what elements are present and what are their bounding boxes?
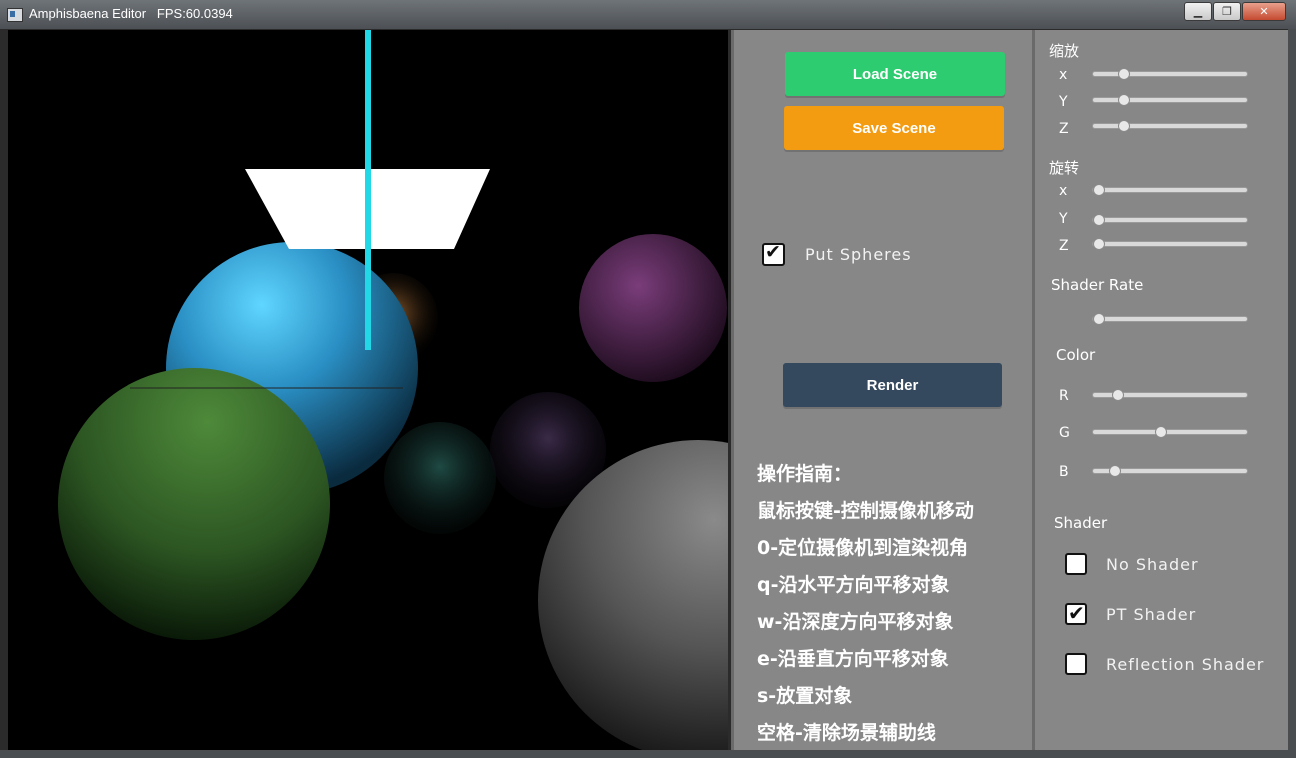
slider-thumb[interactable] [1093,238,1106,250]
no-shader-label: No Shader [1106,555,1199,574]
color-r-label: R [1059,388,1069,404]
vertical-guide-line [365,30,371,350]
scale-x-label: x [1059,67,1068,83]
shader-rate-title: Shader Rate [1051,276,1144,294]
rotation-z-slider[interactable] [1092,238,1248,250]
slider-thumb[interactable] [1108,465,1121,477]
app-window: Amphisbaena Editor FPS:60.0394 ▁ ❐ ✕ Loa… [0,0,1296,758]
slider-thumb[interactable] [1093,214,1106,226]
slider-thumb[interactable] [1093,313,1106,325]
purple-sphere[interactable] [579,234,727,382]
scale-y-slider[interactable] [1092,94,1248,106]
scale-z-slider[interactable] [1092,120,1248,132]
render-button[interactable]: Render [783,363,1002,407]
put-spheres-checkbox[interactable] [762,241,785,266]
scale-x-slider[interactable] [1092,68,1248,80]
color-r-slider[interactable] [1092,389,1248,401]
rotation-x-slider[interactable] [1092,184,1248,196]
app-icon [7,8,23,22]
rotation-x-label: x [1059,183,1068,199]
scale-section-title: 缩放 [1049,42,1080,60]
guide-line: 鼠标按键-控制摄像机移动 [757,500,974,522]
guide-line: q-沿水平方向平移对象 [757,574,950,596]
rotation-y-slider[interactable] [1092,214,1248,226]
shader-section-title: Shader [1054,514,1108,532]
pt-shader-checkbox[interactable] [1065,601,1087,625]
slider-thumb[interactable] [1093,184,1106,196]
window-border [0,750,1296,758]
rotation-y-label: Y [1059,211,1068,227]
scale-z-label: Z [1059,121,1069,137]
guide-line: w-沿深度方向平移对象 [757,611,954,633]
rotation-section-title: 旋转 [1049,159,1080,177]
slider-thumb[interactable] [1117,68,1130,80]
slider-thumb[interactable] [1154,426,1167,438]
property-panel: 缩放 x Y Z 旋转 x Y Z Shader Rate Color R G … [1032,30,1291,750]
window-border [1288,29,1296,758]
color-b-slider[interactable] [1092,465,1248,477]
guide-line: 空格-清除场景辅助线 [757,722,936,744]
maximize-button[interactable]: ❐ [1213,2,1241,21]
guide-title: 操作指南： [757,463,853,485]
slider-thumb[interactable] [1111,389,1124,401]
reflection-shader-checkbox[interactable] [1065,653,1087,675]
title-bar[interactable]: Amphisbaena Editor FPS:60.0394 ▁ ❐ ✕ [0,0,1296,29]
operation-guide: 操作指南： 鼠标按键-控制摄像机移动 0-定位摄像机到渲染视角 q-沿水平方向平… [757,456,974,752]
scene-control-panel: Load Scene Save Scene Put Spheres Render… [731,30,1032,750]
color-g-label: G [1059,425,1070,441]
teal-sphere[interactable] [384,422,496,534]
window-title: Amphisbaena Editor FPS:60.0394 [29,6,233,21]
slider-thumb[interactable] [1117,120,1130,132]
reflection-shader-label: Reflection Shader [1106,655,1265,674]
guide-line: 0-定位摄像机到渲染视角 [757,537,969,559]
rotation-z-label: Z [1059,238,1069,254]
green-sphere[interactable] [58,368,330,640]
put-spheres-label: Put Spheres [805,245,912,264]
guide-line: s-放置对象 [757,685,853,707]
render-viewport[interactable] [8,30,728,750]
pt-shader-label: PT Shader [1106,605,1197,624]
window-controls: ▁ ❐ ✕ [1183,2,1286,21]
scene-render [58,30,728,750]
load-scene-button[interactable]: Load Scene [785,52,1005,96]
shader-rate-slider[interactable] [1092,313,1248,325]
guide-line: e-沿垂直方向平移对象 [757,648,949,670]
color-section-title: Color [1056,346,1096,364]
color-g-slider[interactable] [1092,426,1248,438]
close-button[interactable]: ✕ [1242,2,1286,21]
scale-y-label: Y [1059,94,1068,110]
no-shader-checkbox[interactable] [1065,553,1087,575]
color-b-label: B [1059,464,1069,480]
slider-thumb[interactable] [1117,94,1130,106]
minimize-button[interactable]: ▁ [1184,2,1212,21]
save-scene-button[interactable]: Save Scene [784,106,1004,150]
